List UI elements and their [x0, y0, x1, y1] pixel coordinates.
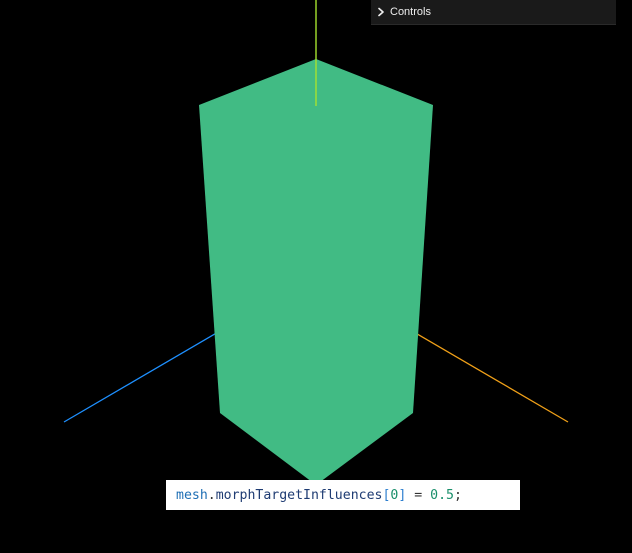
code-object: mesh [176, 487, 208, 503]
morph-mesh [199, 59, 433, 485]
chevron-right-icon [373, 0, 389, 24]
code-operator: = [406, 487, 431, 503]
code-snippet: mesh. morphTargetInfluences[0] = 0.5; [166, 480, 520, 510]
controls-label: Controls [390, 6, 431, 18]
code-semicolon: ; [453, 487, 462, 503]
code-value: 0.5 [430, 487, 454, 503]
scene-canvas[interactable] [0, 0, 632, 553]
controls-panel-header[interactable]: Controls [371, 0, 616, 25]
three-viewport[interactable]: Controls mesh. morphTargetInfluences[0] =… [0, 0, 632, 553]
code-dot: . [207, 487, 216, 503]
code-property: morphTargetInfluences [215, 487, 383, 503]
code-close-bracket: ] [398, 487, 407, 503]
code-index: 0 [390, 487, 399, 503]
code-open-bracket: [ [382, 487, 391, 503]
